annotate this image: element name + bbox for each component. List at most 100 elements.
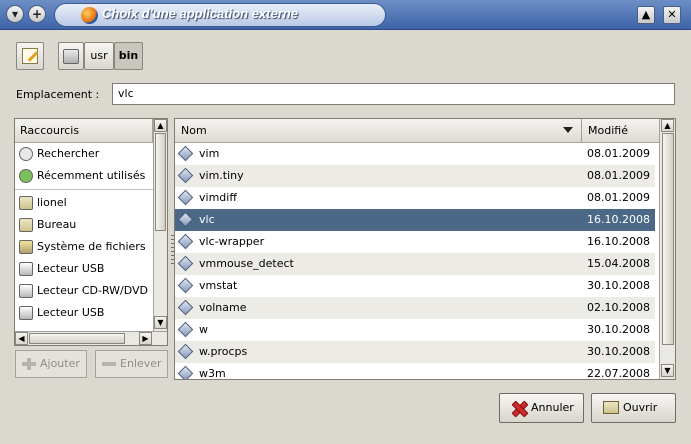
executable-file-icon [177, 167, 194, 184]
file-modified-date: 15.04.2008 [587, 257, 650, 270]
file-row[interactable]: vim.tiny 08.01.2009 [175, 165, 655, 187]
file-modified-date: 16.10.2008 [587, 235, 650, 248]
file-modified-date: 30.10.2008 [587, 323, 650, 336]
place-home[interactable]: lionel [15, 192, 153, 214]
executable-file-icon [177, 255, 194, 272]
places-hscrollbar[interactable]: ◀ ▶ [15, 331, 167, 345]
places-list: Rechercher Récemment utilisés lionel Bur… [15, 143, 153, 331]
path-root-button[interactable] [58, 42, 84, 70]
column-header-name[interactable]: Nom [175, 119, 582, 143]
drive-icon [19, 306, 33, 320]
file-modified-date: 08.01.2009 [587, 191, 650, 204]
filesystem-icon [19, 240, 33, 254]
file-name: vlc-wrapper [199, 235, 265, 248]
executable-file-icon [177, 233, 194, 250]
file-name: vimdiff [199, 191, 237, 204]
recent-icon [19, 169, 33, 183]
file-list-panel: Nom Modifié vim 08.01.2009 vim.tiny 08.01.2… [174, 118, 676, 380]
executable-file-icon [177, 365, 194, 379]
executable-file-icon [177, 321, 194, 338]
file-name: vlc [199, 213, 215, 226]
search-icon [19, 147, 33, 161]
file-name: w3m [199, 367, 226, 379]
file-name: vmstat [199, 279, 238, 292]
place-desktop[interactable]: Bureau [15, 214, 153, 236]
open-button[interactable]: Ouvrir [591, 393, 676, 423]
cancel-icon [511, 400, 527, 416]
shade-button[interactable]: ▲ [637, 6, 655, 24]
file-row[interactable]: w.procps 30.10.2008 [175, 341, 655, 363]
scroll-up-arrow-icon[interactable]: ▲ [154, 119, 167, 132]
sort-descending-icon [563, 127, 573, 133]
files-vscroll-thumb[interactable] [662, 133, 674, 345]
places-hscroll-thumb[interactable] [29, 333, 125, 344]
sticky-button[interactable]: + [28, 5, 46, 23]
title-bar: ▾ + Choix d'une application externe ▲ ✕ [0, 0, 691, 30]
open-folder-icon [603, 401, 619, 414]
window-menu-button[interactable]: ▾ [6, 5, 24, 23]
file-name: volname [199, 301, 247, 314]
files-vscrollbar[interactable]: ▲ ▼ [659, 119, 675, 379]
file-modified-date: 02.10.2008 [587, 301, 650, 314]
minus-icon [102, 358, 116, 370]
location-label: Emplacement : [16, 88, 100, 101]
edit-location-button[interactable] [16, 42, 44, 70]
executable-file-icon [177, 211, 194, 228]
place-recent[interactable]: Récemment utilisés [15, 165, 153, 187]
places-separator [15, 189, 153, 190]
remove-bookmark-button[interactable]: Enlever [95, 350, 168, 378]
executable-file-icon [177, 277, 194, 294]
places-panel: Raccourcis Rechercher Récemment utilisés… [14, 118, 168, 346]
executable-file-icon [177, 343, 194, 360]
folder-icon [19, 196, 33, 210]
drive-icon [19, 262, 33, 276]
drive-icon [19, 284, 33, 298]
file-row[interactable]: vimdiff 08.01.2009 [175, 187, 655, 209]
path-segment-usr[interactable]: usr [84, 42, 114, 70]
file-row[interactable]: vim 08.01.2009 [175, 143, 655, 165]
place-filesystem[interactable]: Système de fichiers [15, 236, 153, 258]
scroll-left-arrow-icon[interactable]: ◀ [15, 332, 28, 345]
location-input[interactable]: vlc [112, 83, 675, 105]
scroll-down-arrow-icon[interactable]: ▼ [154, 316, 167, 329]
file-row[interactable]: vmmouse_detect 15.04.2008 [175, 253, 655, 275]
place-usb-2[interactable]: Lecteur USB [15, 302, 153, 324]
file-modified-date: 22.07.2008 [587, 367, 650, 379]
file-row[interactable]: vmstat 30.10.2008 [175, 275, 655, 297]
place-usb-1[interactable]: Lecteur USB [15, 258, 153, 280]
file-name: vmmouse_detect [199, 257, 294, 270]
cancel-button[interactable]: Annuler [499, 393, 584, 423]
places-header[interactable]: Raccourcis [15, 119, 153, 143]
file-row[interactable]: w3m 22.07.2008 [175, 363, 655, 379]
file-name: w [199, 323, 208, 336]
harddisk-icon [63, 49, 79, 64]
file-rows: vim 08.01.2009 vim.tiny 08.01.2009 vimdiff 08… [175, 143, 655, 379]
places-vscroll-thumb[interactable] [155, 133, 166, 231]
add-bookmark-button[interactable]: Ajouter [15, 350, 87, 378]
places-vscrollbar[interactable]: ▲ ▼ [153, 119, 167, 331]
file-row[interactable]: vlc-wrapper 16.10.2008 [175, 231, 655, 253]
place-cdrom[interactable]: Lecteur CD-RW/DVD [15, 280, 153, 302]
executable-file-icon [177, 189, 194, 206]
file-modified-date: 30.10.2008 [587, 345, 650, 358]
file-name: w.procps [199, 345, 248, 358]
file-name: vim.tiny [199, 169, 244, 182]
folder-icon [19, 218, 33, 232]
scroll-down-arrow-icon[interactable]: ▼ [661, 364, 674, 377]
place-search[interactable]: Rechercher [15, 143, 153, 165]
scroll-right-arrow-icon[interactable]: ▶ [139, 332, 152, 345]
path-segment-bin[interactable]: bin [114, 42, 143, 70]
window-title: Choix d'une application externe [102, 6, 298, 21]
executable-file-icon [177, 145, 194, 162]
firefox-icon [81, 7, 98, 24]
file-row[interactable]: w 30.10.2008 [175, 319, 655, 341]
plus-icon [22, 358, 36, 370]
file-row[interactable]: volname 02.10.2008 [175, 297, 655, 319]
column-header-modified[interactable]: Modifié [582, 119, 661, 143]
file-modified-date: 08.01.2009 [587, 169, 650, 182]
file-row[interactable]: vlc 16.10.2008 [175, 209, 655, 231]
file-name: vim [199, 147, 220, 160]
file-modified-date: 16.10.2008 [587, 213, 650, 226]
scroll-up-arrow-icon[interactable]: ▲ [661, 119, 674, 132]
close-button[interactable]: ✕ [663, 6, 681, 24]
